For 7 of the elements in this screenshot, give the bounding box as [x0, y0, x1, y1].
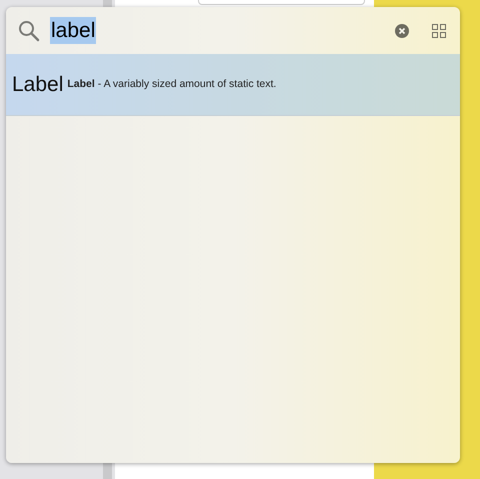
- clear-icon[interactable]: [395, 24, 409, 38]
- label-preview: Label: [12, 72, 64, 98]
- search-icon: [18, 20, 40, 42]
- grid-view-icon[interactable]: [432, 24, 446, 38]
- search-field[interactable]: label: [50, 17, 385, 44]
- selected-search-text: label: [50, 17, 96, 44]
- result-description: Label - A variably sized amount of static text.: [67, 76, 276, 92]
